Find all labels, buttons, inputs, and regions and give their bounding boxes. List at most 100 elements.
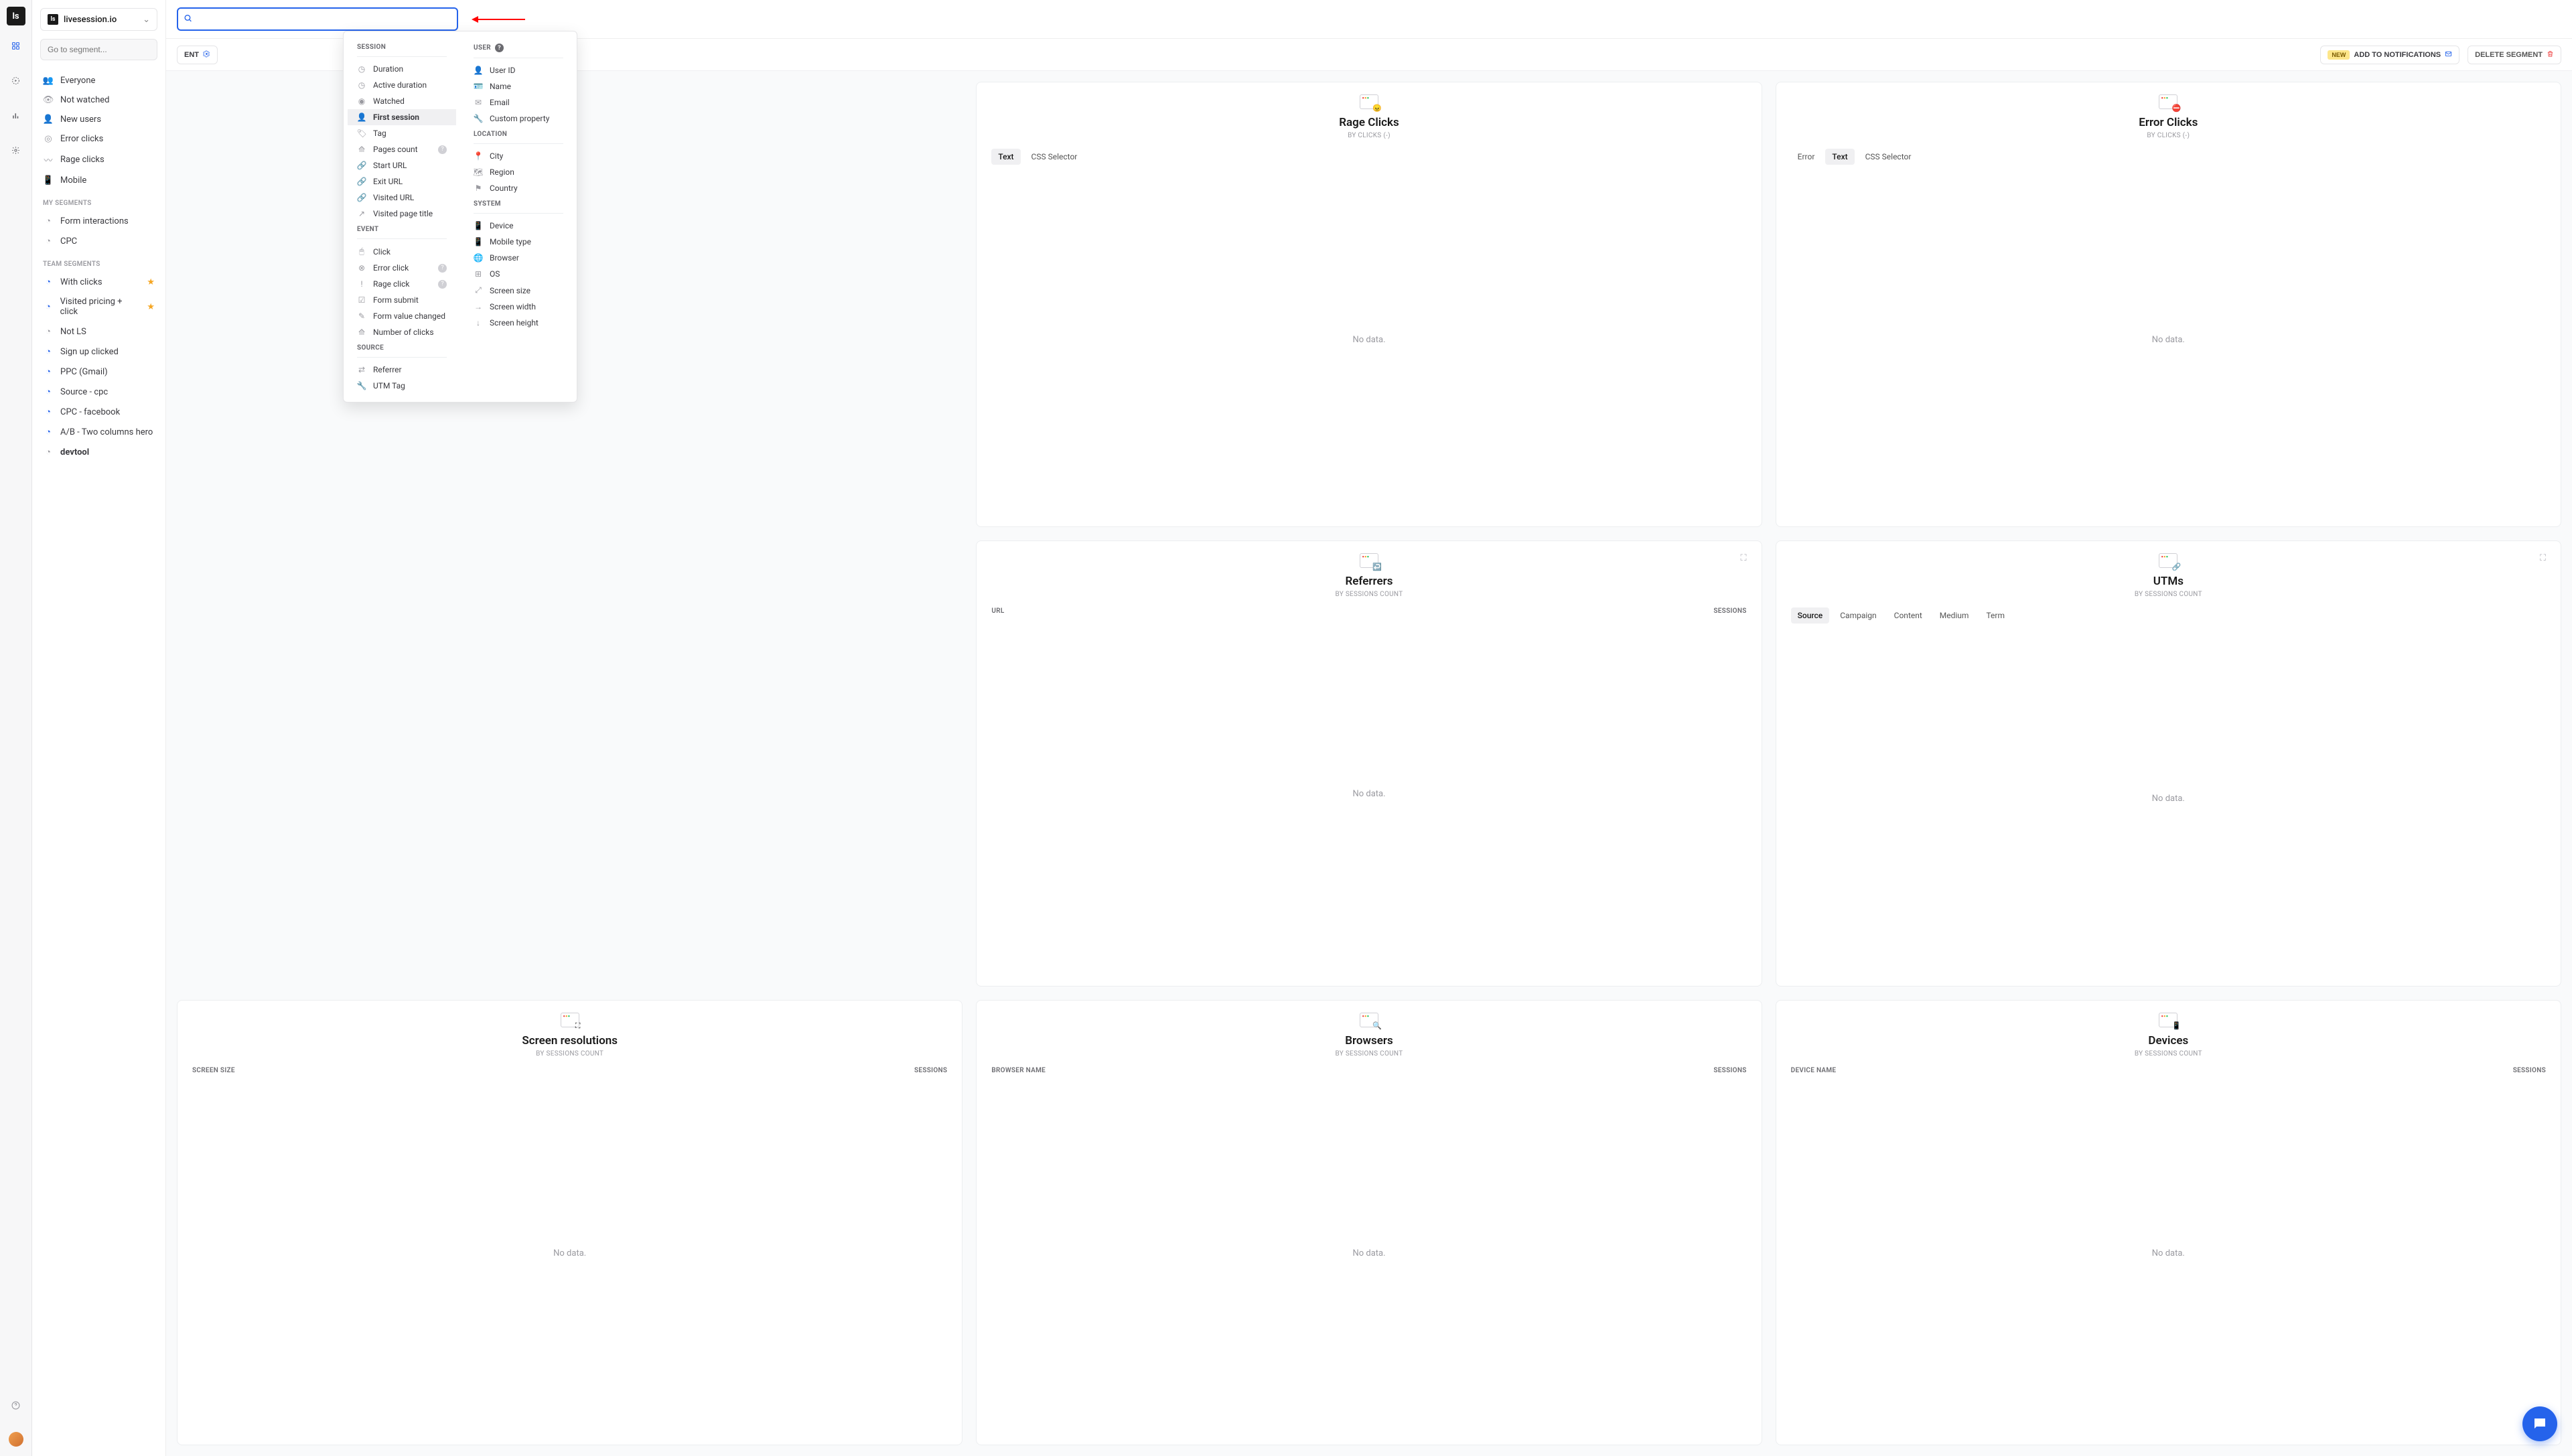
card-tab[interactable]: Content xyxy=(1887,607,1929,624)
dropdown-item[interactable]: 🔗Visited URL xyxy=(348,190,456,206)
sidebar-item[interactable]: ◔A/B - Two columns hero xyxy=(32,422,165,442)
dropdown-item[interactable]: ⊗Error click? xyxy=(348,260,456,276)
workspace-select[interactable]: ls livesession.io ⌄ xyxy=(40,8,157,31)
sidebar-item[interactable]: ◔With clicks★ xyxy=(32,272,165,292)
goto-input[interactable] xyxy=(40,39,157,60)
chat-fab[interactable] xyxy=(2522,1406,2557,1441)
dropdown-item[interactable]: 📍City xyxy=(464,148,573,164)
dropdown-item[interactable]: ✎Form value changed xyxy=(348,308,456,324)
sidebar-item[interactable]: 📱Mobile xyxy=(32,171,165,190)
add-notifications-button[interactable]: NEW ADD TO NOTIFICATIONS xyxy=(2320,46,2459,64)
card-tab[interactable]: Text xyxy=(1825,149,1854,165)
rail-sessions-icon[interactable] xyxy=(8,72,24,88)
icon-rail: ls xyxy=(0,0,32,1456)
help-icon[interactable]: ? xyxy=(495,44,504,52)
card-tab[interactable]: CSS Selector xyxy=(1025,149,1084,165)
dropdown-item[interactable]: 🔧UTM Tag xyxy=(348,378,456,394)
dropdown-header: SESSION xyxy=(348,40,456,56)
expand-icon[interactable]: ⛶ xyxy=(2540,553,2546,563)
dropdown-item-label: UTM Tag xyxy=(373,381,405,390)
sidebar-item[interactable]: ◔Visited pricing + click★ xyxy=(32,292,165,321)
sidebar-item[interactable]: ◔Form interactions xyxy=(32,211,165,231)
sidebar-item[interactable]: ◎Error clicks xyxy=(32,129,165,149)
save-segment-button[interactable]: ENT xyxy=(177,46,218,64)
card-title: Screen resolutions xyxy=(522,1034,618,1047)
card-icon: 📱 xyxy=(2159,1013,2177,1027)
user-avatar[interactable] xyxy=(9,1432,23,1447)
dropdown-item[interactable]: ⟰Number of clicks xyxy=(348,324,456,340)
dropdown-item[interactable]: ↓Screen height xyxy=(464,315,573,331)
dropdown-item[interactable]: ⤢Screen size xyxy=(464,282,573,299)
mouse-icon: 🖱 xyxy=(357,246,366,257)
map-icon: 🗺 xyxy=(474,167,483,177)
sidebar-item[interactable]: 👥Everyone xyxy=(32,71,165,90)
dropdown-item[interactable]: 👤First session xyxy=(348,109,456,125)
dropdown-item[interactable]: 🖱Click xyxy=(348,243,456,260)
dropdown-item[interactable]: ⊞OS xyxy=(464,266,573,282)
dropdown-item[interactable]: 🌐Browser xyxy=(464,250,573,266)
pie-icon: ◔ xyxy=(43,236,54,246)
card-title: UTMs xyxy=(2153,575,2184,588)
main: ENT NEW ADD TO NOTIFICATIONS DELETE SEGM… xyxy=(166,0,2572,1456)
dropdown-item[interactable]: ✉Email xyxy=(464,94,573,111)
card-tabs: Text CSS Selector xyxy=(991,149,1746,165)
card-tab[interactable]: Term xyxy=(1979,607,2011,624)
card-tab[interactable]: Error xyxy=(1791,149,1822,165)
sidebar-item[interactable]: ◔Source - cpc xyxy=(32,382,165,402)
dropdown-item[interactable]: 👤User ID xyxy=(464,62,573,78)
dropdown-item[interactable]: →Screen width xyxy=(464,299,573,315)
rail-analytics-icon[interactable] xyxy=(8,107,24,123)
dropdown-item[interactable]: !Rage click? xyxy=(348,276,456,292)
sidebar-item[interactable]: ◔CPC xyxy=(32,231,165,251)
card-tab[interactable]: Text xyxy=(991,149,1020,165)
dropdown-item[interactable]: 🪪Name xyxy=(464,78,573,94)
sidebar-item[interactable]: ◔devtool xyxy=(32,442,165,462)
dropdown-item[interactable]: ⟰Pages count? xyxy=(348,141,456,157)
sidebar-item[interactable]: 👁Not watched xyxy=(32,90,165,110)
dropdown-item[interactable]: 📱Mobile type xyxy=(464,234,573,250)
dashboard-card: 😠Rage ClicksBY CLICKS (-)TextCSS Selecto… xyxy=(976,82,1762,527)
card-tab[interactable]: CSS Selector xyxy=(1859,149,1918,165)
sidebar-item[interactable]: ◔Sign up clicked xyxy=(32,342,165,362)
sidebar-item[interactable]: ◔PPC (Gmail) xyxy=(32,362,165,382)
dropdown-item-label: User ID xyxy=(490,66,516,75)
sidebar-item-label: Error clicks xyxy=(60,134,103,144)
help-icon[interactable]: ? xyxy=(438,280,447,289)
delete-segment-button[interactable]: DELETE SEGMENT xyxy=(2468,46,2561,64)
card-body: No data. xyxy=(991,165,1746,514)
dropdown-item[interactable]: 🔗Start URL xyxy=(348,157,456,173)
dropdown-item[interactable]: ⇄Referrer xyxy=(348,362,456,378)
card-tab[interactable]: Source xyxy=(1791,607,1830,624)
rail-dashboard-icon[interactable] xyxy=(8,38,24,54)
dropdown-item[interactable]: ☑Form submit xyxy=(348,292,456,308)
dropdown-item[interactable]: ◷Duration xyxy=(348,61,456,77)
dropdown-item-label: Watched xyxy=(373,96,405,106)
rail-settings-icon[interactable] xyxy=(8,142,24,158)
dropdown-item[interactable]: 🗺Region xyxy=(464,164,573,180)
help-icon[interactable]: ? xyxy=(438,145,447,154)
expand-icon[interactable]: ⛶ xyxy=(1741,553,1747,563)
arrow-down-icon: ↓ xyxy=(474,318,483,327)
help-icon[interactable] xyxy=(8,1397,24,1413)
sidebar-item[interactable]: 〰Rage clicks xyxy=(32,149,165,171)
edit-icon: ✎ xyxy=(357,311,366,321)
dropdown-item[interactable]: ◷Active duration xyxy=(348,77,456,93)
activity-icon: ⟰ xyxy=(357,327,366,337)
flag-icon: ⚑ xyxy=(474,184,483,193)
card-tab[interactable]: Medium xyxy=(1933,607,1976,624)
search-input[interactable] xyxy=(177,7,458,31)
sidebar-item[interactable]: ◔CPC - facebook xyxy=(32,402,165,422)
card-tab[interactable]: Campaign xyxy=(1833,607,1883,624)
dropdown-item[interactable]: ↗Visited page title xyxy=(348,206,456,222)
sidebar-list: 👥Everyone👁Not watched👤New users◎Error cl… xyxy=(32,68,165,465)
sidebar-item-label: New users xyxy=(60,115,101,125)
sidebar-item[interactable]: ◔Not LS xyxy=(32,321,165,342)
dropdown-item[interactable]: 🏷Tag xyxy=(348,125,456,141)
dropdown-item[interactable]: 🔧Custom property xyxy=(464,111,573,127)
dropdown-item[interactable]: ⚑Country xyxy=(464,180,573,196)
dropdown-item[interactable]: 🔗Exit URL xyxy=(348,173,456,190)
dropdown-item[interactable]: 📱Device xyxy=(464,218,573,234)
help-icon[interactable]: ? xyxy=(438,264,447,273)
dropdown-item[interactable]: ◉Watched xyxy=(348,93,456,109)
sidebar-item[interactable]: 👤New users xyxy=(32,110,165,129)
